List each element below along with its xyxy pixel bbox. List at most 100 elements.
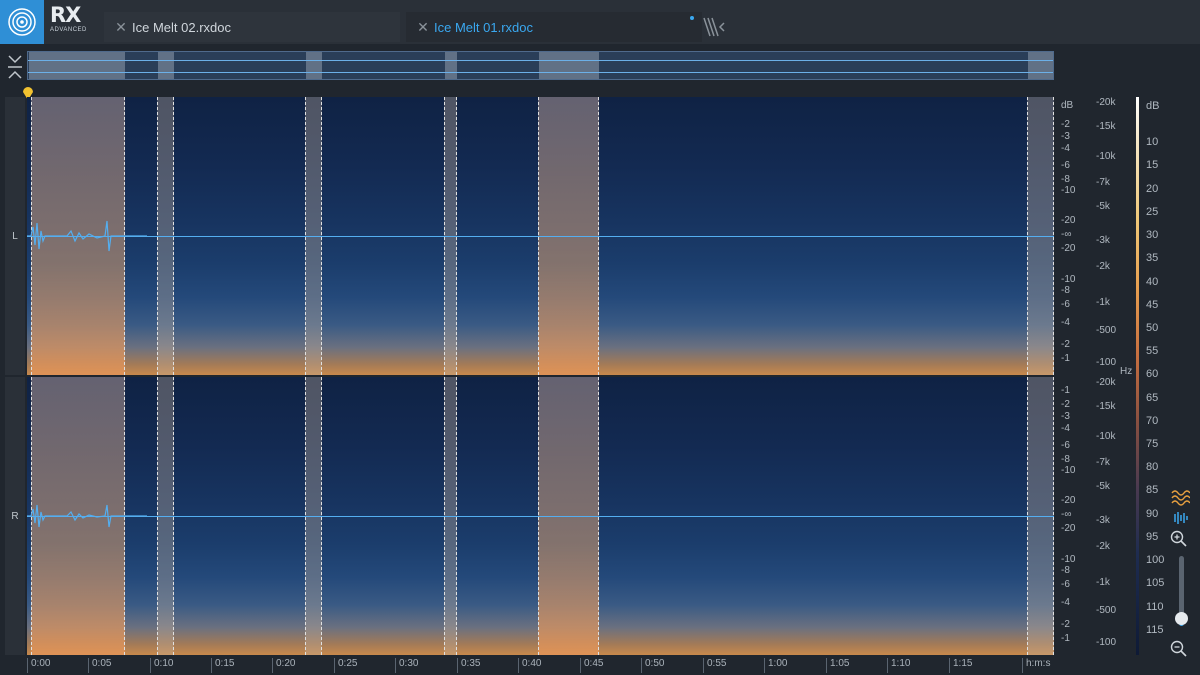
overview-waveform-left: [28, 60, 1053, 61]
spectrogram-icon[interactable]: [1170, 488, 1192, 506]
izotope-logo[interactable]: [0, 0, 44, 44]
freq-tick: -3k: [1096, 235, 1110, 246]
top-bar: RX ADVANCED ✕ Ice Melt 02.rxdoc ✕ Ice Me…: [0, 0, 1200, 44]
freq-tick: -15k: [1096, 121, 1116, 132]
colorbar-tick: 15: [1146, 159, 1159, 171]
colorbar-scale: dB 10 15 20 25 30 35 40 45 50 55 60 65 7…: [1144, 97, 1184, 655]
close-icon[interactable]: ✕: [110, 19, 132, 36]
db-tick: -20: [1061, 215, 1076, 226]
colorbar-tick: 55: [1146, 345, 1159, 357]
waveform-right: [27, 516, 1054, 517]
time-tick: 1:00: [764, 658, 787, 673]
logo-icon: [8, 8, 36, 36]
waveform-left: [27, 236, 1054, 237]
db-tick: -4: [1061, 317, 1070, 328]
freq-tick: -7k: [1096, 457, 1110, 468]
db-tick: -4: [1061, 597, 1070, 608]
time-tick: 0:55: [703, 658, 726, 673]
db-tick: -1: [1061, 385, 1070, 396]
colorbar-tick: 30: [1146, 229, 1159, 241]
db-tick: -∞: [1061, 229, 1072, 240]
time-tick: 0:50: [641, 658, 664, 673]
colorbar-tick: 60: [1146, 368, 1159, 380]
overview-selection: [1028, 52, 1053, 79]
freq-tick: -7k: [1096, 177, 1110, 188]
waveform-icon[interactable]: [1170, 510, 1192, 526]
colorbar-tick: 50: [1146, 322, 1159, 334]
overview-selection: [29, 52, 125, 79]
tab-label: Ice Melt 01.rxdoc: [434, 19, 533, 35]
colorbar-tick: 110: [1146, 601, 1164, 613]
freq-tick: -10k: [1096, 151, 1116, 162]
freq-tick: -1k: [1096, 577, 1110, 588]
freq-tick: -2k: [1096, 261, 1110, 272]
db-tick: dB: [1061, 100, 1074, 111]
channel-label-left[interactable]: L: [5, 97, 25, 375]
freq-tick: -3k: [1096, 515, 1110, 526]
colorbar-tick: 85: [1146, 484, 1159, 496]
spectrogram-left[interactable]: [27, 97, 1054, 375]
freq-tick: -15k: [1096, 401, 1116, 412]
db-tick: -6: [1061, 160, 1070, 171]
db-tick: -1: [1061, 353, 1070, 364]
freq-tick: -20k: [1096, 377, 1116, 388]
close-icon[interactable]: ✕: [412, 19, 434, 36]
time-tick: 1:15: [949, 658, 972, 673]
tab-ice-melt-02[interactable]: ✕ Ice Melt 02.rxdoc: [104, 12, 400, 42]
freq-tick: -2k: [1096, 541, 1110, 552]
db-tick: -8: [1061, 174, 1070, 185]
colorbar-tick: 10: [1146, 136, 1159, 148]
overview-selection: [539, 52, 599, 79]
time-ruler[interactable]: 0:00 0:05 0:10 0:15 0:20 0:25 0:30 0:35 …: [27, 656, 1054, 675]
tab-overflow-icon[interactable]: [702, 14, 726, 40]
db-tick: -3: [1061, 131, 1070, 142]
colorbar-tick: 20: [1146, 183, 1159, 195]
time-tick: 1:05: [826, 658, 849, 673]
colorbar-tick: 45: [1146, 299, 1159, 311]
db-tick: -6: [1061, 579, 1070, 590]
overview-selection: [306, 52, 322, 79]
freq-tick: -1k: [1096, 297, 1110, 308]
time-format-label: h:m:s: [1022, 658, 1050, 673]
freq-tick: -5k: [1096, 481, 1110, 492]
db-tick: -2: [1061, 339, 1070, 350]
time-tick: 1:10: [887, 658, 910, 673]
db-tick: -4: [1061, 143, 1070, 154]
app-brand: RX: [50, 3, 81, 27]
freq-tick: -20k: [1096, 97, 1116, 108]
colorbar-tick: 40: [1146, 276, 1159, 288]
colorbar-tick: 115: [1146, 624, 1164, 636]
collapse-overview-icon[interactable]: [6, 54, 24, 80]
freq-tick: -100: [1096, 357, 1117, 368]
tab-ice-melt-01[interactable]: ✕ Ice Melt 01.rxdoc: [406, 12, 702, 42]
colorbar-tick: 70: [1146, 415, 1159, 427]
amplitude-scale-right: -1 -2 -3 -4 -6 -8 -10 -20 -∞ -20 -10 -8 …: [1056, 377, 1136, 655]
db-tick: -4: [1061, 423, 1070, 434]
freq-tick: -500: [1096, 325, 1117, 336]
db-tick: -10: [1061, 465, 1076, 476]
db-tick: -3: [1061, 411, 1070, 422]
db-tick: -10: [1061, 274, 1076, 285]
waveform-burst: [27, 220, 147, 252]
db-tick: -∞: [1061, 509, 1072, 520]
zoom-in-icon[interactable]: [1170, 530, 1192, 548]
colorbar: [1136, 97, 1139, 655]
rx-badge: RX ADVANCED: [50, 3, 86, 39]
tab-label: Ice Melt 02.rxdoc: [132, 19, 231, 35]
db-tick: -10: [1061, 554, 1076, 565]
db-tick: -2: [1061, 119, 1070, 130]
colorbar-tick: 100: [1146, 554, 1165, 566]
db-tick: -8: [1061, 285, 1070, 296]
zoom-slider-handle[interactable]: [1175, 612, 1188, 625]
freq-tick: -100: [1096, 637, 1117, 648]
freq-tick: -5k: [1096, 201, 1110, 212]
zoom-out-icon[interactable]: [1170, 640, 1192, 658]
spectrogram-right[interactable]: [27, 377, 1054, 655]
colorbar-tick: 105: [1146, 577, 1165, 589]
channel-label-right[interactable]: R: [5, 377, 25, 655]
time-tick: 0:00: [27, 658, 50, 673]
time-tick: 0:20: [272, 658, 295, 673]
db-tick: -6: [1061, 299, 1070, 310]
waveform-overview[interactable]: [27, 51, 1054, 80]
overview-waveform-right: [28, 72, 1053, 73]
